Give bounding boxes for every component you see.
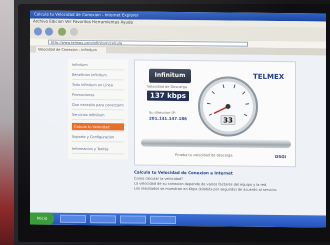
gauge-base [141, 138, 291, 149]
taskbar-item[interactable] [150, 215, 176, 224]
forward-icon[interactable] [45, 27, 53, 36]
speed-caption: Velocidad de Descarga [147, 84, 187, 90]
refresh-icon[interactable] [58, 27, 66, 36]
sidebar-item[interactable]: Promociones [72, 90, 124, 101]
mini-brand: DSGI [275, 154, 286, 160]
ip-label: Su direccion IP: [149, 110, 176, 115]
infinitum-logo: Infinitum [149, 68, 191, 84]
article-text: Calcula tu Velocidad de Conexion a Inter… [134, 170, 304, 194]
sidebar-item[interactable]: Infinitum [72, 60, 124, 71]
speed-test-banner: Infinitum TELMEX Velocidad de Descarga 1… [134, 59, 296, 168]
sidebar-item-active[interactable]: Calcula tu Velocidad [72, 122, 124, 132]
taskbar-item[interactable] [60, 214, 86, 224]
article-line: Los resultados se muestran en Kbps (kilo… [134, 186, 278, 193]
photo-scene: Calcula tu Velocidad de Conexion - Inter… [0, 0, 330, 245]
article-heading: Calcula tu Velocidad de Conexion a Inter… [134, 169, 233, 176]
sidebar-item[interactable]: Beneficios Infinitum [72, 70, 124, 81]
sidebar-nav: Infinitum Beneficios Infinitum Todo Infi… [68, 58, 128, 160]
background-object [0, 0, 14, 245]
speedometer-gauge: 33 [198, 76, 258, 137]
taskbar-item[interactable] [120, 215, 146, 224]
sidebar-item[interactable]: Informacion y Tarifas [72, 144, 124, 155]
home-icon[interactable] [70, 27, 78, 36]
ip-value: 201.141.147.186 [149, 115, 187, 122]
sidebar-item[interactable]: Todo Infinitum en Linea [72, 80, 124, 91]
gauge-reading: 33 [223, 116, 233, 124]
page-content: Infinitum Beneficios Infinitum Todo Infi… [30, 52, 326, 216]
back-icon[interactable] [34, 27, 42, 36]
start-button[interactable]: Inicio [30, 212, 54, 225]
speed-readout: 137 kbps [147, 90, 189, 102]
base-caption: Prueba tu velocidad de descarga [175, 152, 233, 158]
sidebar-item[interactable]: Servicios Infinitum [72, 110, 124, 121]
sidebar-item[interactable]: Soporte y Configuracion [72, 132, 124, 143]
sidebar-item[interactable]: Que necesito para conectarme? [72, 100, 124, 111]
taskbar-item[interactable] [90, 215, 116, 224]
monitor-screen: Calcula tu Velocidad de Conexion - Inter… [30, 10, 326, 228]
